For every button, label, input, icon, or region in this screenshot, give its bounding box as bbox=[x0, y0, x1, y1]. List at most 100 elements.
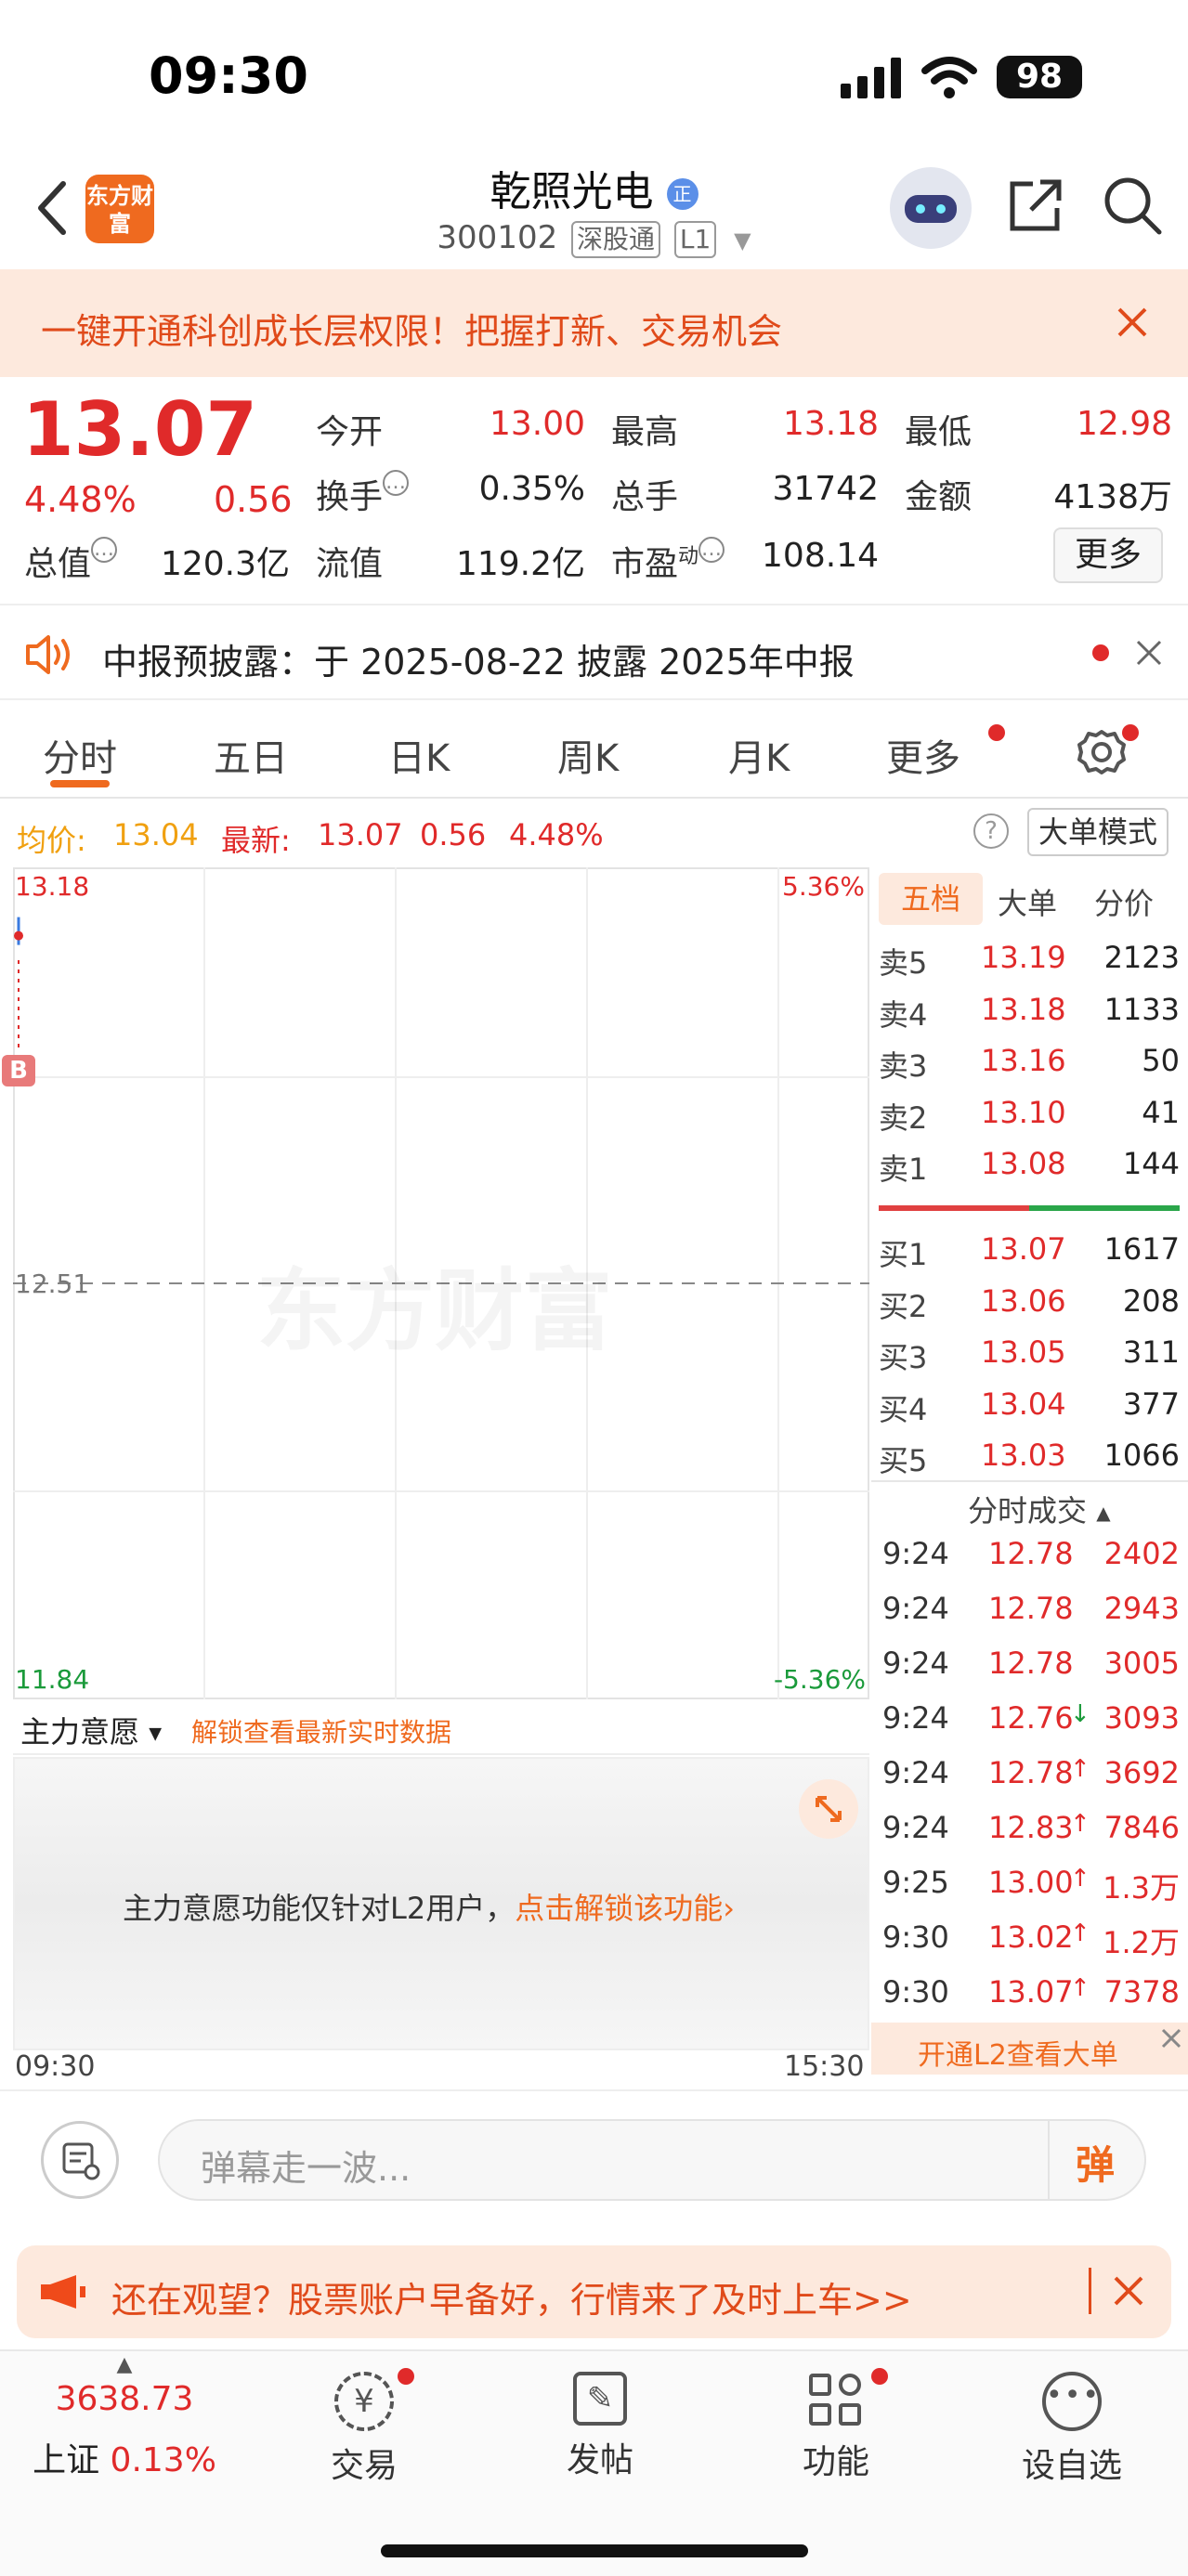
index-pct: 0.13% bbox=[110, 2441, 216, 2479]
bid-row: 买2 13.06 208 bbox=[879, 1283, 1185, 1330]
tab-add-watchlist[interactable]: ••• 设自选 bbox=[988, 2351, 1155, 2487]
tick-volume: 1.3万 bbox=[1103, 1870, 1180, 1906]
share-icon[interactable] bbox=[1005, 176, 1064, 236]
tick-direction-arrow: ↑ bbox=[1070, 1974, 1090, 2002]
tick-row: 9:24 12.78 3005 bbox=[879, 1646, 1185, 1692]
tick-volume: 7846 bbox=[1103, 1810, 1180, 1845]
tab-price-distribution[interactable]: 分价 bbox=[1094, 880, 1154, 923]
volume-label: 总手 bbox=[611, 478, 679, 516]
tick-price: 12.78 bbox=[988, 1536, 1074, 1571]
tick-row: 9:25 13.00 ↑ 1.3万 bbox=[879, 1865, 1185, 1911]
l2-upsell-bar[interactable]: 开通L2查看大单 bbox=[871, 2023, 1188, 2075]
intraday-chart[interactable]: 东方财富 13.18 5.36% 12.51 11.84 -5.36% B bbox=[2, 867, 869, 1699]
tick-time: 9:25 bbox=[882, 1865, 949, 1900]
y-axis-top: 13.18 bbox=[15, 871, 90, 902]
tab-five-day[interactable]: 五日 bbox=[214, 728, 288, 782]
avg-label: 均价: bbox=[17, 823, 86, 858]
tick-row: 9:24 12.78 2943 bbox=[879, 1591, 1185, 1637]
l2-upsell-text: 开通L2查看大单 bbox=[918, 2039, 1118, 2072]
ask-row: 卖4 13.18 1133 bbox=[879, 992, 1185, 1038]
unread-dot bbox=[988, 724, 1005, 741]
tab-functions[interactable]: 功能 bbox=[752, 2351, 920, 2483]
bid-level-label: 买5 bbox=[879, 1443, 928, 1478]
active-tab-indicator bbox=[50, 780, 110, 787]
tick-price: 12.78 bbox=[988, 1646, 1074, 1681]
wifi-icon bbox=[921, 57, 977, 98]
ask-volume: 144 bbox=[1122, 1146, 1180, 1181]
danmaku-placeholder: 弹幕走一波... bbox=[201, 2148, 411, 2189]
ask-ratio-bar bbox=[879, 1205, 1029, 1211]
tick-header[interactable]: 分时成交 ▲ bbox=[968, 1488, 1111, 1530]
clock: 09:30 bbox=[149, 46, 308, 105]
more-button[interactable]: 更多 bbox=[1053, 527, 1163, 583]
promo-banner[interactable]: 一键开通科创成长层权限！把握打新、交易机会 bbox=[0, 269, 1188, 377]
home-indicator bbox=[381, 2544, 808, 2557]
tick-row: 9:24 12.78 ↑ 3692 bbox=[879, 1755, 1185, 1802]
help-icon[interactable]: ? bbox=[973, 813, 1009, 849]
tick-direction-arrow: ↑ bbox=[1070, 1919, 1090, 1947]
tab-daily-k[interactable]: 日K bbox=[388, 728, 450, 782]
notice-bar[interactable]: 中报预披露：于 2025-08-22 披露 2025年中报 bbox=[0, 604, 1188, 700]
tick-time: 9:24 bbox=[882, 1810, 949, 1845]
ask-level-label: 卖2 bbox=[879, 1099, 928, 1136]
info-icon[interactable]: … bbox=[91, 537, 118, 563]
y-axis-bottom: 11.84 bbox=[15, 1664, 90, 1695]
open-value: 13.00 bbox=[489, 405, 585, 443]
account-promo-bar[interactable]: 还在观望？股票账户早备好，行情来了及时上车>> bbox=[17, 2245, 1171, 2338]
close-icon[interactable] bbox=[1161, 2028, 1181, 2049]
megaphone-icon bbox=[41, 2275, 85, 2309]
chevron-right-icon: › bbox=[723, 1891, 736, 1926]
tab-weekly-k[interactable]: 周K bbox=[557, 728, 619, 782]
close-icon[interactable] bbox=[1113, 2275, 1144, 2307]
buy-marker[interactable]: B bbox=[2, 1055, 35, 1086]
bid-level-label: 买3 bbox=[879, 1340, 928, 1375]
ask-level-label: 卖1 bbox=[879, 1151, 928, 1187]
close-icon[interactable] bbox=[1135, 639, 1163, 667]
main-force-locked-area[interactable]: 主力意愿功能仅针对L2用户，点击解锁该功能› bbox=[13, 1757, 869, 2050]
search-icon[interactable] bbox=[1102, 175, 1163, 236]
tab-post[interactable]: ✎ 发帖 bbox=[516, 2351, 684, 2481]
unread-dot bbox=[1092, 644, 1109, 661]
danmaku-send-button[interactable]: 弹 bbox=[1076, 2134, 1115, 2191]
tick-volume: 2402 bbox=[1103, 1536, 1180, 1571]
big-order-mode-button[interactable]: 大单模式 bbox=[1027, 808, 1168, 856]
index-ticker[interactable]: ▲ 3638.73 上证 0.13% bbox=[22, 2351, 227, 2537]
tick-price: 12.76 bbox=[988, 1700, 1074, 1736]
speaker-icon bbox=[26, 635, 70, 674]
y-axis-bottom-pct: -5.36% bbox=[773, 1664, 866, 1695]
info-icon[interactable]: … bbox=[698, 537, 725, 563]
tab-functions-label: 功能 bbox=[802, 2443, 869, 2481]
pe-value: 108.14 bbox=[762, 537, 879, 575]
unlock-hint[interactable]: 解锁查看最新实时数据 bbox=[191, 1712, 451, 1750]
tab-trade[interactable]: ¥ 交易 bbox=[281, 2351, 448, 2487]
notice-text: 中报预披露：于 2025-08-22 披露 2025年中报 bbox=[102, 642, 855, 683]
comment-settings-icon[interactable] bbox=[41, 2121, 119, 2199]
robot-assistant-icon[interactable] bbox=[890, 167, 972, 249]
tab-more[interactable]: 更多 bbox=[886, 728, 960, 782]
locked-message: 主力意愿功能仅针对L2用户，点击解锁该功能› bbox=[123, 1891, 736, 1926]
main-force-dropdown[interactable]: 主力意愿 ▼ bbox=[20, 1709, 162, 1751]
promo-text: 还在观望？股票账户早备好，行情来了及时上车>> bbox=[111, 2280, 912, 2321]
ask-row: 卖1 13.08 144 bbox=[879, 1146, 1185, 1192]
close-icon[interactable] bbox=[1116, 306, 1148, 338]
tick-price: 12.83 bbox=[988, 1810, 1074, 1845]
tab-post-label: 发帖 bbox=[566, 2441, 633, 2479]
tick-volume: 3005 bbox=[1103, 1646, 1180, 1681]
tab-monthly-k[interactable]: 月K bbox=[728, 728, 790, 782]
ask-price: 13.08 bbox=[981, 1146, 1066, 1181]
ask-price: 13.19 bbox=[981, 940, 1066, 975]
low-label: 最低 bbox=[905, 413, 973, 451]
x-axis-end: 15:30 bbox=[784, 2050, 865, 2083]
y-axis-top-pct: 5.36% bbox=[782, 871, 865, 902]
unlock-link[interactable]: 点击解锁该功能 bbox=[515, 1891, 723, 1926]
info-icon[interactable]: … bbox=[383, 470, 410, 496]
expand-icon[interactable] bbox=[799, 1779, 858, 1839]
tick-row: 9:30 13.07 ↑ 7378 bbox=[879, 1974, 1185, 2021]
tick-direction-arrow: ↑ bbox=[1070, 1755, 1090, 1783]
tab-big-orders[interactable]: 大单 bbox=[998, 880, 1057, 923]
edit-post-icon: ✎ bbox=[573, 2372, 627, 2426]
tab-intraday[interactable]: 分时 bbox=[43, 728, 117, 782]
danmaku-input[interactable]: 弹幕走一波... 弹 bbox=[158, 2119, 1146, 2201]
bid-price: 13.07 bbox=[981, 1231, 1066, 1267]
tab-five-levels[interactable]: 五档 bbox=[879, 873, 983, 925]
